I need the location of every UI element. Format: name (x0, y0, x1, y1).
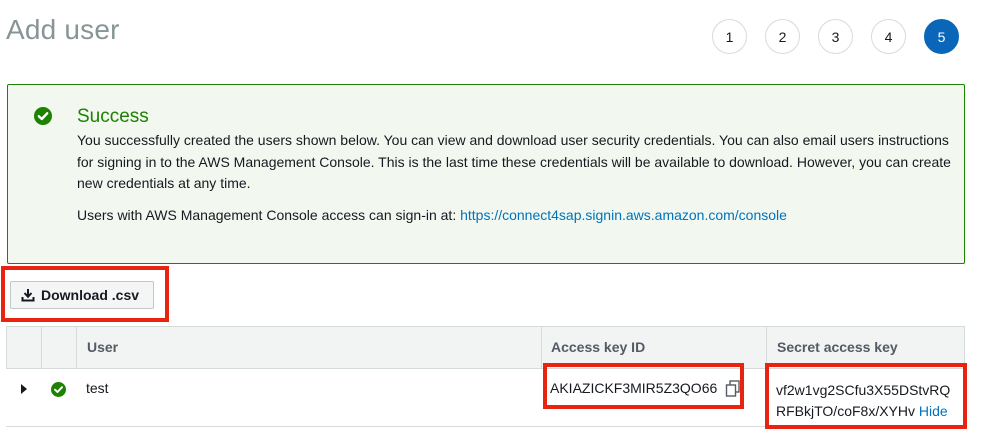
header-user[interactable]: User (77, 327, 542, 368)
wizard-steps: 1 2 3 4 5 (712, 19, 959, 54)
page-title: Add user (6, 14, 120, 45)
step-4[interactable]: 4 (871, 19, 906, 54)
success-alert: Success You successfully created the use… (7, 84, 965, 264)
step-1[interactable]: 1 (712, 19, 747, 54)
header-status (42, 327, 77, 368)
signin-url-link[interactable]: https://connect4sap.signin.aws.amazon.co… (460, 207, 787, 223)
success-title: Success (77, 106, 149, 127)
success-check-icon (34, 107, 52, 125)
user-cell: test (86, 380, 109, 396)
signin-prefix: Users with AWS Management Console access… (77, 207, 461, 223)
status-cell (41, 369, 76, 426)
header-expand (7, 327, 42, 368)
highlight-secret-key (765, 363, 967, 429)
expand-cell[interactable] (6, 369, 41, 426)
step-2[interactable]: 2 (765, 19, 800, 54)
success-message: You successfully created the users shown… (77, 132, 951, 191)
step-3[interactable]: 3 (818, 19, 853, 54)
download-csv-label: Download .csv (41, 287, 140, 303)
step-5-active[interactable]: 5 (924, 19, 959, 54)
row-success-icon (51, 382, 66, 397)
signin-line: Users with AWS Management Console access… (77, 207, 787, 223)
expand-caret-icon[interactable] (19, 383, 29, 395)
header-secret-access-key[interactable]: Secret access key (767, 327, 964, 368)
highlight-access-key (543, 363, 744, 409)
download-icon (21, 289, 35, 302)
header-access-key-id[interactable]: Access key ID (542, 327, 767, 368)
download-csv-button[interactable]: Download .csv (10, 281, 155, 309)
